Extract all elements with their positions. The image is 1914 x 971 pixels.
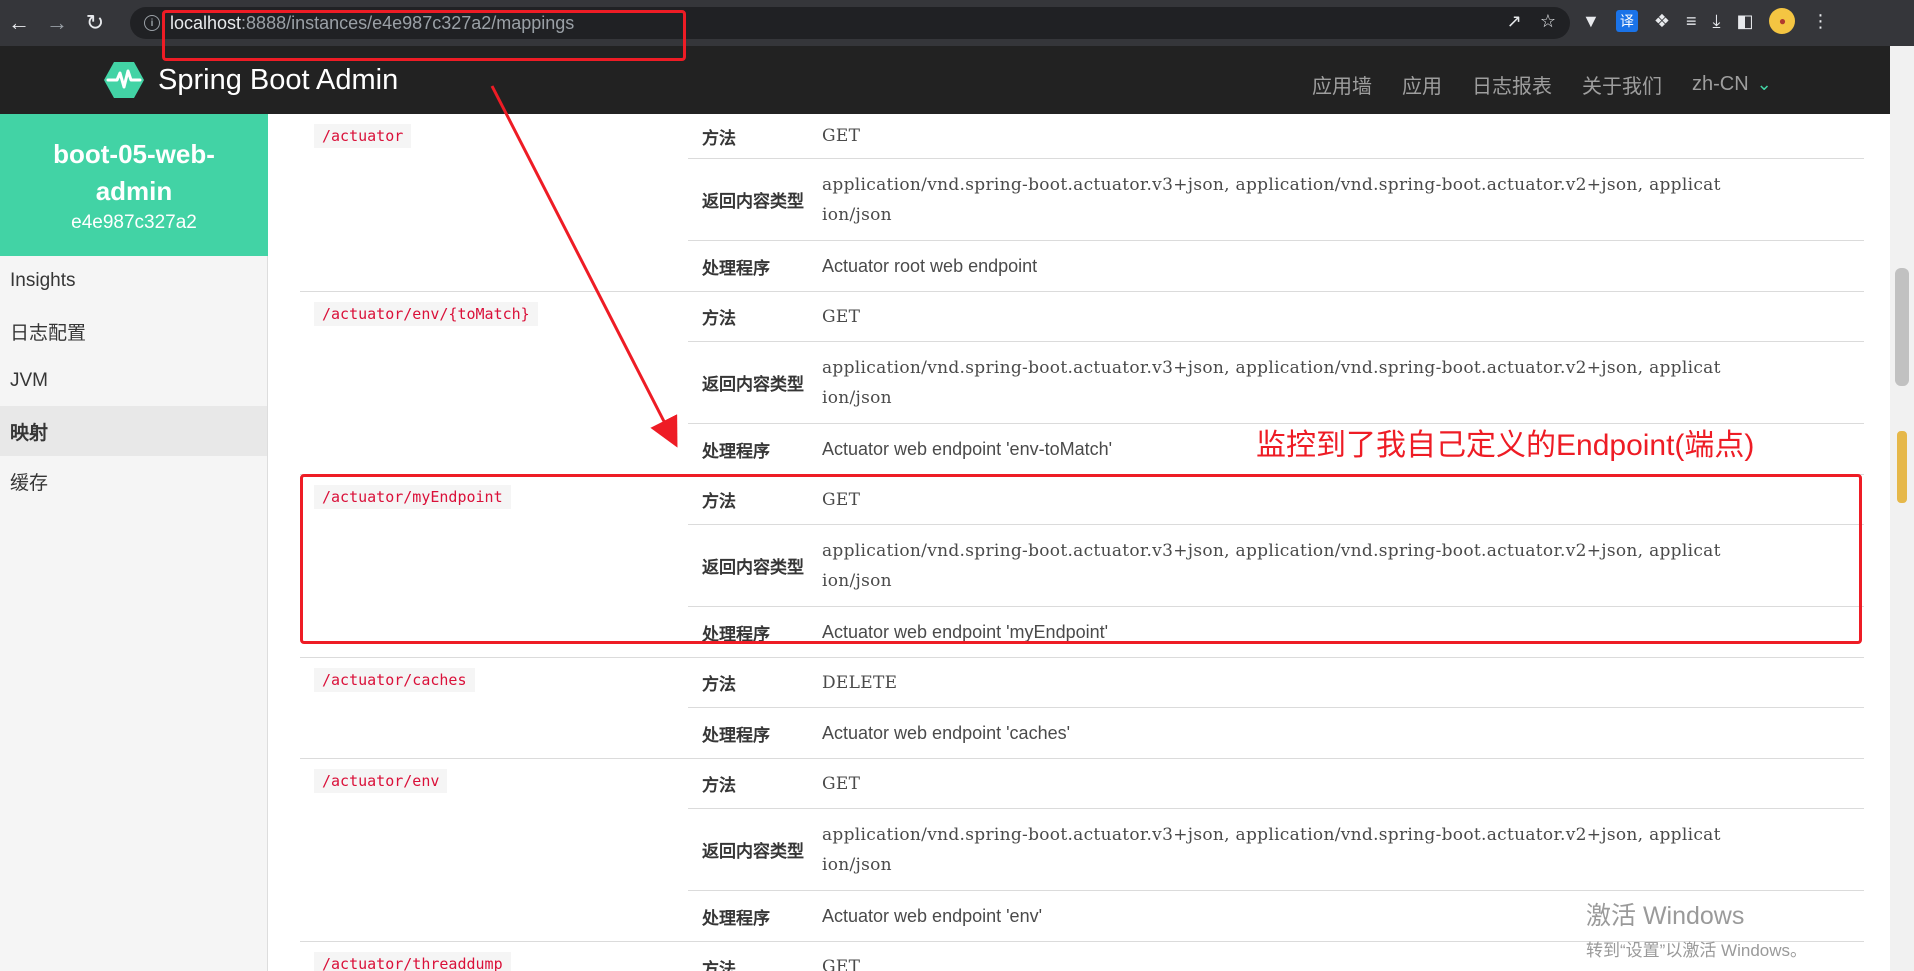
route-path: /actuator/caches (314, 668, 475, 692)
extensions-puzzle-icon[interactable]: ❖ (1654, 11, 1670, 32)
instance-id: e4e987c327a2 (71, 212, 197, 233)
produces-line1: application/vnd.spring-boot.actuator.v3+… (822, 357, 1721, 378)
mapping-group-caches: /actuator/caches 方法 DELETE 处理程序 Actuator… (300, 657, 1864, 758)
sidebar-item-mappings[interactable]: 映射 (0, 406, 267, 456)
produces-value: application/vnd.spring-boot.actuator.v3+… (822, 809, 1864, 890)
table-row: 返回内容类型 application/vnd.spring-boot.actua… (688, 342, 1864, 424)
watermark-line2: 转到“设置”以激活 Windows。 (1586, 941, 1808, 960)
produces-line2: ion/json (822, 204, 892, 225)
method-label: 方法 (702, 128, 736, 148)
method-label: 方法 (702, 309, 736, 328)
sidebar-item-loggers[interactable]: 日志配置 (0, 306, 267, 356)
app-name-line2: admin (95, 176, 173, 206)
table-row: 方法 GET (688, 292, 1864, 342)
scrollbar-marker (1897, 431, 1907, 503)
produces-line2: ion/json (822, 854, 892, 875)
produces-value: application/vnd.spring-boot.actuator.v3+… (822, 342, 1864, 423)
method-label: 方法 (702, 675, 736, 694)
table-row: 返回内容类型 application/vnd.spring-boot.actua… (688, 809, 1864, 891)
method-value: GET (822, 306, 861, 327)
browser-menu-icon[interactable]: ⋮ (1811, 11, 1829, 32)
table-row: 处理程序 Actuator web endpoint 'caches' (688, 708, 1864, 758)
route-path: /actuator/env/{toMatch} (314, 302, 538, 326)
bookmark-star-icon[interactable]: ☆ (1540, 11, 1556, 32)
spring-boot-admin-logo-icon (104, 62, 144, 98)
sidebar-item-insights[interactable]: Insights (0, 256, 267, 306)
produces-label: 返回内容类型 (702, 842, 804, 861)
handler-label: 处理程序 (702, 441, 770, 461)
brand-title: Spring Boot Admin (158, 63, 399, 96)
download-icon[interactable]: ⤓ (1712, 11, 1720, 32)
mapping-group-actuator: /actuator 方法 GET 返回内容类型 application/vnd.… (300, 114, 1864, 291)
produces-line1: application/vnd.spring-boot.actuator.v3+… (822, 824, 1721, 845)
instance-card: boot-05-web- admin e4e987c327a2 (0, 114, 268, 256)
nav-item-applications[interactable]: 应用 (1402, 70, 1442, 99)
brand[interactable]: Spring Boot Admin (104, 60, 398, 100)
table-row: 处理程序 Actuator root web endpoint (688, 241, 1864, 291)
annotation-text: 监控到了我自己定义的Endpoint(端点) (1256, 429, 1755, 462)
sidebar: boot-05-web- admin e4e987c327a2 Insights… (0, 114, 268, 971)
handler-value: Actuator root web endpoint (822, 256, 1038, 276)
extension-v-icon[interactable]: ▼ (1582, 11, 1600, 32)
route-path: /actuator/threaddump (314, 952, 511, 971)
endpoint-highlight-box (300, 474, 1862, 644)
nav-item-wallboard[interactable]: 应用墙 (1312, 70, 1372, 99)
sidepanel-icon[interactable]: ◧ (1736, 11, 1753, 32)
windows-activation-watermark: 激活 Windows 转到“设置”以激活 Windows。 (1586, 896, 1807, 961)
table-row: 方法 GET (688, 114, 1864, 159)
table-row: 方法 GET (688, 759, 1864, 809)
nav-item-journal[interactable]: 日志报表 (1472, 70, 1552, 99)
method-value: GET (822, 773, 861, 794)
produces-line1: application/vnd.spring-boot.actuator.v3+… (822, 174, 1721, 195)
handler-label: 处理程序 (702, 258, 770, 278)
language-selector[interactable]: zh-CN ⌄ (1692, 70, 1772, 99)
page-scrollbar[interactable] (1890, 46, 1914, 971)
chevron-down-icon: ⌄ (1756, 74, 1772, 94)
nav-menu: 应用墙 应用 日志报表 关于我们 zh-CN ⌄ (1312, 70, 1772, 99)
method-value: GET (822, 126, 861, 146)
site-info-icon[interactable]: i (144, 15, 160, 31)
back-icon[interactable]: ← (0, 0, 38, 46)
profile-avatar[interactable]: ● (1769, 8, 1796, 34)
sidebar-item-jvm[interactable]: JVM (0, 356, 267, 406)
table-row: 返回内容类型 application/vnd.spring-boot.actua… (688, 159, 1864, 241)
produces-label: 返回内容类型 (702, 192, 804, 211)
url-highlight-box (162, 10, 686, 61)
handler-value: Actuator web endpoint 'caches' (822, 723, 1071, 743)
translate-icon[interactable]: 译 (1615, 10, 1638, 32)
reload-icon[interactable]: ↻ (76, 0, 114, 46)
produces-value: application/vnd.spring-boot.actuator.v3+… (822, 159, 1864, 240)
method-value: DELETE (822, 672, 898, 693)
scrollbar-thumb[interactable] (1895, 268, 1909, 386)
language-label: zh-CN (1692, 73, 1749, 95)
route-path: /actuator (314, 124, 412, 148)
table-row: 方法 DELETE (688, 658, 1864, 708)
share-icon[interactable]: ↗ (1507, 11, 1522, 32)
method-label: 方法 (702, 959, 736, 971)
nav-item-about[interactable]: 关于我们 (1582, 70, 1662, 99)
method-label: 方法 (702, 776, 736, 795)
handler-label: 处理程序 (702, 908, 770, 928)
app-name-line1: boot-05-web- (53, 139, 215, 169)
reading-list-icon[interactable]: ≡ (1686, 11, 1697, 32)
sidebar-item-caches[interactable]: 缓存 (0, 456, 267, 506)
route-path: /actuator/env (314, 769, 448, 793)
handler-label: 处理程序 (702, 725, 770, 745)
watermark-line1: 激活 Windows (1586, 902, 1745, 930)
produces-label: 返回内容类型 (702, 375, 804, 394)
forward-icon[interactable]: → (38, 0, 76, 46)
produces-line2: ion/json (822, 387, 892, 408)
